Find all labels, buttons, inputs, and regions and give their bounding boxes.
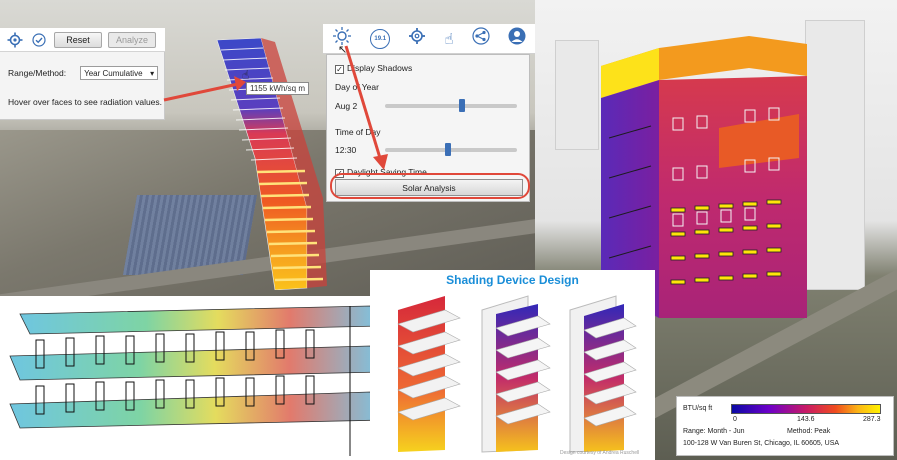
pointer-cursor-icon: ☝ (242, 68, 250, 82)
legend-mid: 143.6 (797, 416, 815, 423)
range-method-select[interactable]: Year Cumulative ▾ (80, 66, 159, 80)
radiation-tooltip: 1155 kWh/sq m (246, 82, 309, 95)
reset-button[interactable]: Reset (54, 31, 102, 48)
legend-address: 100-128 W Van Buren St, Chicago, IL 6060… (683, 440, 840, 447)
heatmap-legend: BTU/sq ft 0 143.6 287.3 Range: Month - J… (676, 396, 894, 456)
range-method-row: Range/Method: Year Cumulative ▾ (8, 66, 159, 80)
composite-screenshot: Reset Analyze Range/Method: Year Cumulat… (0, 0, 897, 460)
legend-color-bar (731, 404, 881, 414)
analyze-button[interactable]: Analyze (108, 31, 156, 48)
time-of-day-thumb[interactable] (445, 143, 451, 156)
share-icon[interactable] (472, 27, 490, 50)
check-circle-icon[interactable] (30, 31, 48, 49)
floor-plan-heatmap (0, 296, 390, 460)
legend-method: Method: Peak (787, 428, 831, 435)
legend-unit: BTU/sq ft (683, 405, 713, 412)
aerial-tower-view: Reset Analyze Range/Method: Year Cumulat… (0, 0, 535, 296)
cursor-pointer-icon: ↖ (338, 44, 348, 56)
legend-min: 0 (733, 416, 737, 423)
legend-max: 287.3 (863, 416, 881, 423)
gear-icon[interactable] (408, 27, 426, 50)
arrow-to-tooltip-icon (163, 76, 246, 102)
solar-toolbar: Reset Analyze (0, 28, 165, 52)
legend-range: Range: Month - Jun (683, 428, 745, 435)
shading-device-models (397, 295, 637, 453)
context-building (555, 40, 599, 150)
shading-device-panel: Shading Device Design Design courtesy of… (370, 270, 655, 460)
hover-hint-text: Hover over faces to see radiation values… (8, 97, 163, 107)
range-method-value: Year Cumulative (84, 68, 143, 78)
range-method-label: Range/Method: (8, 68, 67, 78)
floor-plan-drawing (9, 305, 385, 456)
context-building-right (805, 20, 865, 290)
shading-credit: Design courtesy of Andrea Ruschell (560, 450, 640, 456)
day-of-year-thumb[interactable] (459, 99, 465, 112)
settings-icon[interactable] (6, 31, 24, 49)
hand-icon[interactable]: ☝ (444, 30, 453, 48)
shading-title: Shading Device Design (446, 273, 579, 287)
day-of-year-slider[interactable] (385, 99, 517, 112)
time-of-day-slider[interactable] (385, 143, 517, 156)
arrow-to-solar-button-icon (344, 45, 388, 170)
user-icon[interactable] (508, 27, 526, 50)
chevron-down-icon: ▾ (150, 68, 155, 78)
